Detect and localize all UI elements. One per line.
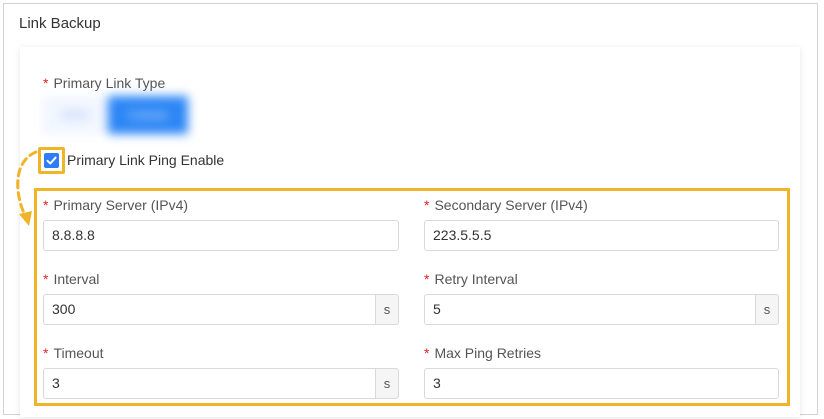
timeout-field: 3 s bbox=[43, 368, 399, 399]
primary-link-type-text: Primary Link Type bbox=[53, 75, 166, 91]
link-type-option-wan[interactable]: WAN bbox=[42, 96, 108, 134]
required-mark: * bbox=[424, 197, 430, 213]
timeout-text: Timeout bbox=[53, 345, 104, 361]
ping-enable-checkbox[interactable] bbox=[44, 153, 59, 168]
secondary-server-text: Secondary Server (IPv4) bbox=[434, 197, 588, 213]
required-mark: * bbox=[424, 271, 430, 287]
primary-server-label: * Primary Server (IPv4) bbox=[43, 197, 188, 213]
required-mark: * bbox=[43, 271, 49, 287]
timeout-input[interactable]: 3 bbox=[43, 368, 375, 399]
required-mark: * bbox=[43, 345, 49, 361]
link-type-option-cellular[interactable]: Cellular bbox=[108, 96, 188, 134]
primary-server-text: Primary Server (IPv4) bbox=[53, 197, 189, 213]
retry-interval-unit: s bbox=[755, 294, 779, 325]
interval-text: Interval bbox=[53, 271, 100, 287]
interval-field: 300 s bbox=[43, 294, 399, 325]
required-mark: * bbox=[43, 197, 49, 213]
max-ping-retries-input[interactable]: 3 bbox=[424, 368, 779, 399]
retry-interval-text: Retry Interval bbox=[434, 271, 518, 287]
secondary-server-input[interactable]: 223.5.5.5 bbox=[424, 220, 779, 251]
retry-interval-input[interactable]: 5 bbox=[424, 294, 755, 325]
required-mark: * bbox=[424, 345, 430, 361]
retry-interval-label: * Retry Interval bbox=[424, 271, 518, 287]
required-mark: * bbox=[43, 75, 49, 91]
checkmark-icon bbox=[46, 156, 57, 165]
max-ping-retries-text: Max Ping Retries bbox=[434, 345, 542, 361]
timeout-label: * Timeout bbox=[43, 345, 104, 361]
primary-server-input[interactable]: 8.8.8.8 bbox=[43, 220, 399, 251]
interval-label: * Interval bbox=[43, 271, 99, 287]
primary-link-type-label: * Primary Link Type bbox=[43, 75, 165, 91]
section-title: Link Backup bbox=[19, 15, 101, 32]
interval-unit: s bbox=[375, 294, 399, 325]
primary-link-type-selector[interactable]: WAN Cellular bbox=[42, 96, 188, 134]
ping-enable-label: Primary Link Ping Enable bbox=[67, 152, 225, 168]
interval-input[interactable]: 300 bbox=[43, 294, 375, 325]
timeout-unit: s bbox=[375, 368, 399, 399]
secondary-server-label: * Secondary Server (IPv4) bbox=[424, 197, 588, 213]
max-ping-retries-label: * Max Ping Retries bbox=[424, 345, 541, 361]
retry-interval-field: 5 s bbox=[424, 294, 779, 325]
